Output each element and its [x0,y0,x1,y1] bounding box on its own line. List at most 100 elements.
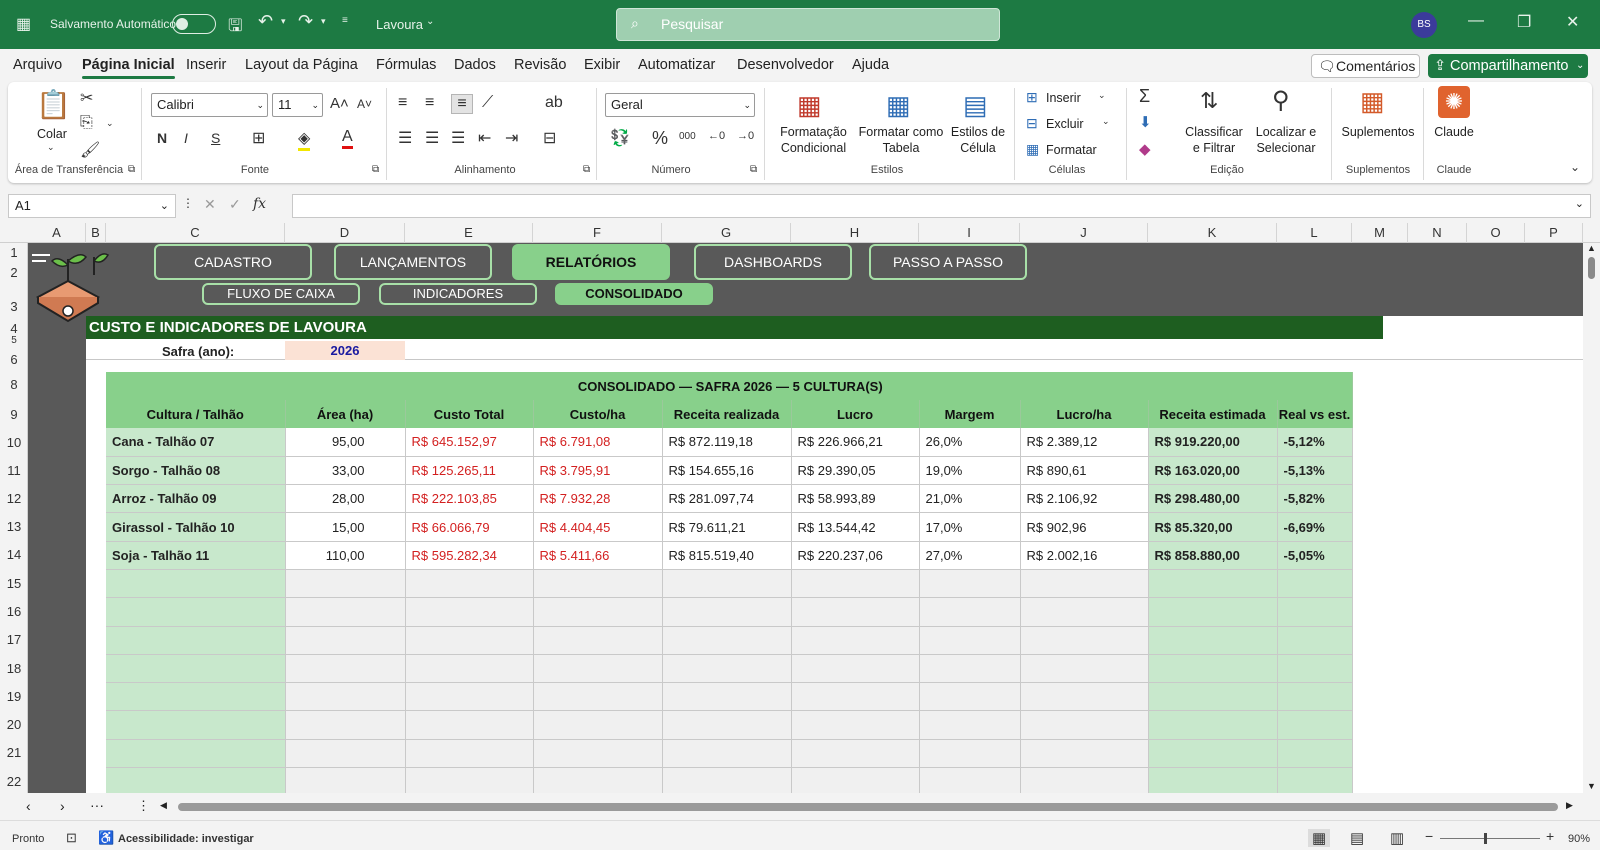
empty-cell[interactable] [285,739,406,769]
empty-cell[interactable] [1277,626,1353,655]
empty-cell[interactable] [106,597,286,627]
column-header[interactable]: L [1277,223,1352,243]
empty-cell[interactable] [1148,767,1278,793]
row-header[interactable]: 13 [0,519,28,534]
column-header[interactable]: G [662,223,791,243]
orientation-icon[interactable]: ⟋ [482,94,493,112]
autosave-toggle[interactable] [172,14,216,34]
cell-cultura[interactable]: Soja - Talhão 11 [106,541,286,570]
share-chevron-icon[interactable]: ⌄ [1576,54,1584,78]
row-header[interactable]: 21 [0,745,28,760]
row-header[interactable]: 2 [0,265,28,280]
cell-area[interactable]: 15,00 [285,512,406,542]
expand-formula-icon[interactable]: ⌄ [1575,197,1584,210]
column-header[interactable]: B [86,223,106,243]
claude-label[interactable]: Claude [1434,124,1474,140]
copy-icon[interactable]: ⎘ [80,114,93,132]
empty-cell[interactable] [106,767,286,793]
cell-custo-ha[interactable]: R$ 6.791,08 [533,428,663,457]
empty-cell[interactable] [919,710,1021,740]
vertical-scrollbar[interactable]: ▲ ▼ [1583,243,1600,793]
menu-exibir[interactable]: Exibir [584,57,620,73]
cell-area[interactable]: 28,00 [285,484,406,514]
addins-label[interactable]: Suplementos [1340,124,1416,140]
cell-margem[interactable]: 19,0% [919,456,1021,486]
empty-cell[interactable] [919,626,1021,655]
cell-real-vs-est[interactable]: -5,13% [1277,456,1353,486]
empty-cell[interactable] [1148,626,1278,655]
empty-cell[interactable] [533,597,663,627]
dialog-launcher-icon[interactable]: ⧉ [750,164,757,175]
empty-cell[interactable] [662,654,792,684]
scroll-right-icon[interactable]: ▶ [1566,800,1573,811]
empty-cell[interactable] [106,739,286,769]
align-bottom-icon[interactable]: ≡ [451,94,473,114]
increase-decimal-icon[interactable]: ←0 [708,130,725,142]
menu-desenvolvedor[interactable]: Desenvolvedor [737,57,834,73]
empty-cell[interactable] [285,569,406,599]
empty-cell[interactable] [405,739,534,769]
empty-cell[interactable] [919,739,1021,769]
cell-area[interactable]: 95,00 [285,428,406,457]
save-icon[interactable]: 🖫 [228,13,242,42]
row-header[interactable]: 14 [0,547,28,562]
grow-font-icon[interactable]: A˄ [330,95,349,112]
currency-icon[interactable]: 💱 [610,128,630,148]
column-header[interactable]: O [1467,223,1525,243]
redo-dropdown-icon[interactable]: ▾ [321,16,326,27]
accessibility-icon[interactable]: ♿ [98,830,114,846]
empty-cell[interactable] [405,569,534,599]
row-header[interactable]: 22 [0,774,28,789]
empty-cell[interactable] [1020,739,1149,769]
undo-icon[interactable]: ↶ [258,11,273,32]
cell-receita-realizada[interactable]: R$ 154.655,16 [662,456,792,486]
cell-custo-total[interactable]: R$ 222.103,85 [405,484,534,514]
empty-cell[interactable] [662,767,792,793]
scroll-up-icon[interactable]: ▲ [1587,243,1596,253]
empty-cell[interactable] [1148,739,1278,769]
dialog-launcher-icon[interactable]: ⧉ [583,164,590,175]
empty-cell[interactable] [1148,682,1278,712]
align-center-icon[interactable]: ☰ [425,128,439,148]
cell-custo-total[interactable]: R$ 595.282,34 [405,541,534,570]
cell-custo-ha[interactable]: R$ 3.795,91 [533,456,663,486]
column-header[interactable]: N [1408,223,1467,243]
empty-cell[interactable] [919,682,1021,712]
empty-cell[interactable] [1020,767,1149,793]
font-color-icon[interactable]: A [342,128,353,149]
cell-lucro-ha[interactable]: R$ 890,61 [1020,456,1149,486]
empty-cell[interactable] [919,569,1021,599]
row-header[interactable]: 15 [0,576,28,591]
chevron-down-icon[interactable]: ⌄ [1102,116,1110,127]
conditional-format-label[interactable]: Formatação Condicional [771,124,856,156]
cell-lucro[interactable]: R$ 226.966,21 [791,428,920,457]
empty-cell[interactable] [791,569,920,599]
empty-cell[interactable] [1148,654,1278,684]
menu-inserir[interactable]: Inserir [186,57,226,73]
empty-cell[interactable] [1020,597,1149,627]
empty-cell[interactable] [106,569,286,599]
cell-receita-realizada[interactable]: R$ 872.119,18 [662,428,792,457]
align-middle-icon[interactable]: ≡ [425,94,434,112]
cell-custo-ha[interactable]: R$ 4.404,45 [533,512,663,542]
scroll-left-icon[interactable]: ◀ [160,800,167,811]
close-icon[interactable]: ✕ [1566,12,1579,32]
formula-input[interactable]: ⌄ [292,194,1591,218]
cell-receita-estimada[interactable]: R$ 85.320,00 [1148,512,1278,542]
horizontal-scroll-thumb[interactable] [178,803,1558,811]
cell-area[interactable]: 110,00 [285,541,406,570]
claude-icon[interactable]: ✺ [1438,86,1470,118]
cell-custo-ha[interactable]: R$ 7.932,28 [533,484,663,514]
minimize-icon[interactable]: — [1468,12,1484,30]
more-icon[interactable]: ⋮ [182,196,194,210]
align-left-icon[interactable]: ☰ [398,128,412,148]
empty-cell[interactable] [533,710,663,740]
empty-cell[interactable] [1020,569,1149,599]
macro-record-icon[interactable]: ⊡ [66,830,77,846]
row-header[interactable]: 10 [0,435,28,450]
delete-cells-label[interactable]: Excluir [1046,116,1084,132]
avatar[interactable]: BS [1411,12,1437,38]
insert-function-icon[interactable]: fx [253,196,266,212]
cell-custo-total[interactable]: R$ 66.066,79 [405,512,534,542]
filename[interactable]: Lavoura [376,17,423,32]
